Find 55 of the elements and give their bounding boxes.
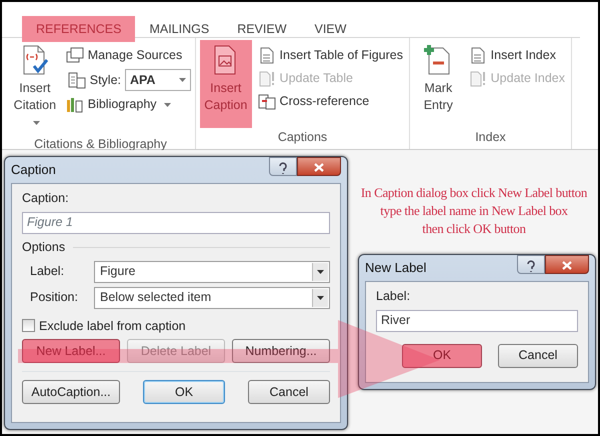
- dialog-button[interactable]: Cancel: [248, 380, 330, 404]
- dialog-title: New Label: [365, 259, 428, 278]
- dialog-title: Caption: [11, 161, 57, 180]
- checkbox[interactable]: [22, 319, 35, 332]
- dialog-button[interactable]: Numbering...: [232, 339, 330, 364]
- sources-icon: [66, 47, 84, 64]
- document-alert-icon: [258, 70, 276, 87]
- checkbox-label: Exclude label from caption: [39, 318, 186, 335]
- dropdown-field[interactable]: Figure: [94, 260, 330, 282]
- group-label: Citations & Bibliography: [33, 136, 168, 153]
- cross-reference-icon: [258, 93, 276, 110]
- books-icon: [66, 96, 84, 113]
- field-label: Label:: [30, 263, 66, 280]
- style-icon: [68, 72, 86, 88]
- ribbon-tab[interactable]: REVIEW: [223, 16, 300, 42]
- label-field[interactable]: River: [376, 310, 578, 332]
- dialog-button[interactable]: Cancel: [498, 344, 578, 368]
- ribbon-button[interactable]: Mark Entry: [414, 40, 463, 128]
- help-icon: [526, 260, 536, 272]
- help-button[interactable]: [517, 255, 545, 274]
- list-document-icon: [258, 47, 276, 64]
- dropdown-field[interactable]: Below selected item: [94, 286, 330, 308]
- close-button[interactable]: [545, 255, 589, 274]
- document-alert-icon: [468, 70, 487, 87]
- ribbon-tab[interactable]: VIEW: [300, 16, 360, 42]
- list-document-icon: [468, 47, 487, 64]
- ribbon-button[interactable]: Manage Sources: [64, 44, 191, 67]
- field-label: Position:: [30, 289, 79, 306]
- caret-icon: [32, 120, 40, 125]
- style-dropdown[interactable]: APA: [125, 69, 191, 91]
- caret-icon: [164, 102, 171, 106]
- instruction-text: In Caption dialog box click New Label button type the label name in New Label box then click OK button: [360, 184, 588, 238]
- group-label: Captions: [276, 129, 328, 146]
- ribbon-button[interactable]: Cross-reference: [256, 90, 405, 113]
- help-icon: [278, 162, 288, 174]
- style-label: Style:: [90, 72, 121, 89]
- dialog-button[interactable]: AutoCaption...: [22, 380, 120, 404]
- ribbon-tab[interactable]: MAILINGS: [135, 16, 224, 42]
- ribbon-button[interactable]: Insert Citation: [10, 40, 60, 135]
- caption-field[interactable]: Figure 1: [22, 212, 330, 234]
- help-button[interactable]: [269, 157, 297, 176]
- caret-icon: [317, 296, 324, 300]
- group-label: Index: [474, 129, 507, 146]
- close-button[interactable]: [297, 157, 341, 176]
- field-label: Label:: [376, 288, 412, 305]
- close-icon: [314, 163, 324, 172]
- caret-icon: [179, 78, 186, 82]
- ribbon-button[interactable]: Insert Index: [466, 44, 567, 67]
- caret-icon: [317, 270, 324, 274]
- field-label: Caption:: [22, 190, 70, 207]
- section-heading: Options: [22, 238, 66, 256]
- close-icon: [562, 261, 572, 270]
- ribbon-button[interactable]: Bibliography: [64, 93, 191, 116]
- ribbon-button[interactable]: Insert Table of Figures: [256, 44, 405, 67]
- dialog-button[interactable]: OK: [143, 380, 225, 404]
